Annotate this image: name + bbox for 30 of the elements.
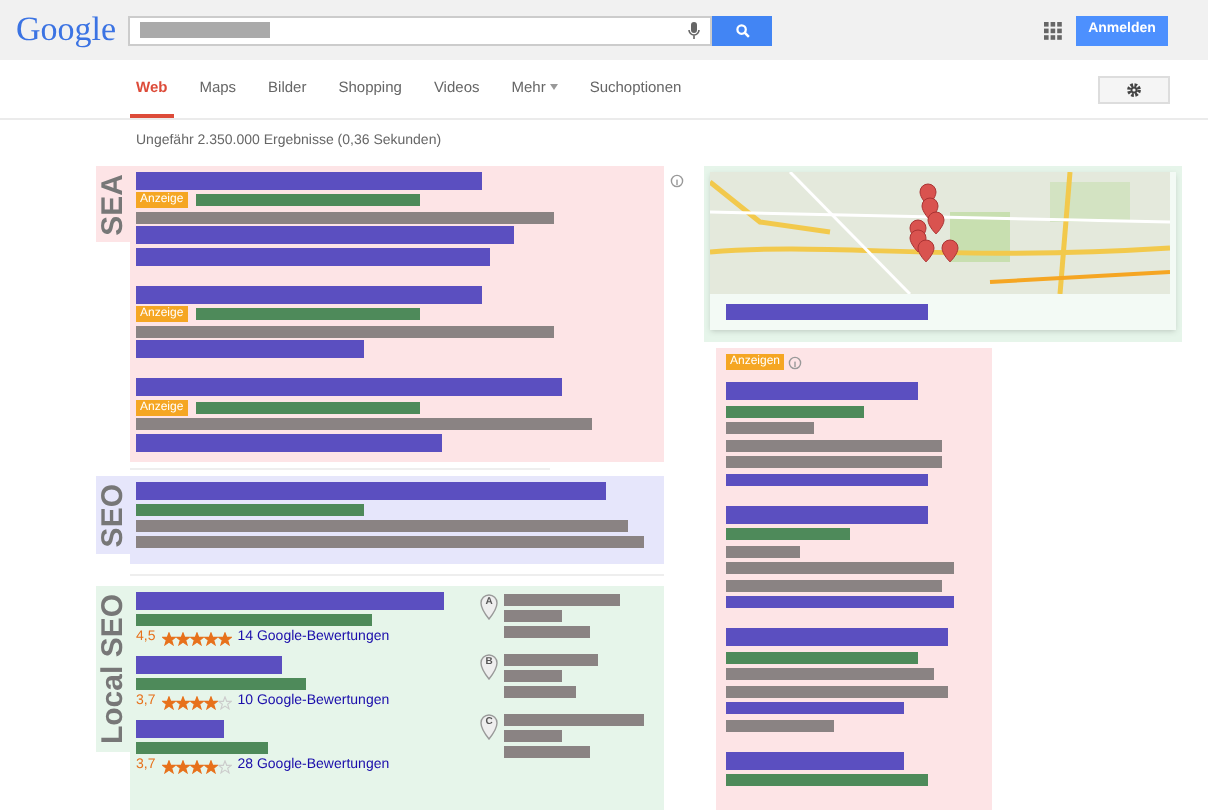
text-placeholder-bar [726, 422, 814, 434]
search-field[interactable] [128, 15, 712, 45]
google-logo[interactable]: Google [16, 10, 116, 50]
text-placeholder-bar [504, 745, 590, 757]
url-placeholder-bar [726, 405, 864, 417]
text-placeholder-bar [504, 625, 590, 637]
url-placeholder-bar [726, 528, 850, 540]
info-icon [670, 173, 684, 187]
search-button[interactable] [712, 15, 772, 45]
caret-icon [549, 84, 558, 90]
apps-grid-icon[interactable] [1044, 21, 1062, 39]
title-placeholder-bar [136, 719, 224, 737]
settings-icon [1126, 81, 1142, 97]
url-placeholder-bar [136, 741, 268, 753]
text-placeholder-bar [504, 729, 562, 741]
microphone-icon[interactable] [688, 21, 700, 39]
text-placeholder-bar [504, 713, 644, 725]
info-icon [788, 355, 803, 369]
text-placeholder-bar [504, 609, 562, 621]
text-placeholder-bar [504, 593, 620, 605]
text-placeholder-bar [504, 653, 598, 665]
section-label: Local SEO [98, 593, 128, 744]
text-placeholder-bar [504, 669, 562, 681]
text-placeholder-bar [504, 685, 576, 697]
text-placeholder-bar [726, 545, 800, 557]
settings-button[interactable] [1098, 75, 1170, 103]
text-placeholder-bar [726, 719, 834, 731]
search-icon [735, 23, 749, 37]
section-label: SEO [98, 483, 128, 547]
section-label: SEA [98, 173, 128, 235]
